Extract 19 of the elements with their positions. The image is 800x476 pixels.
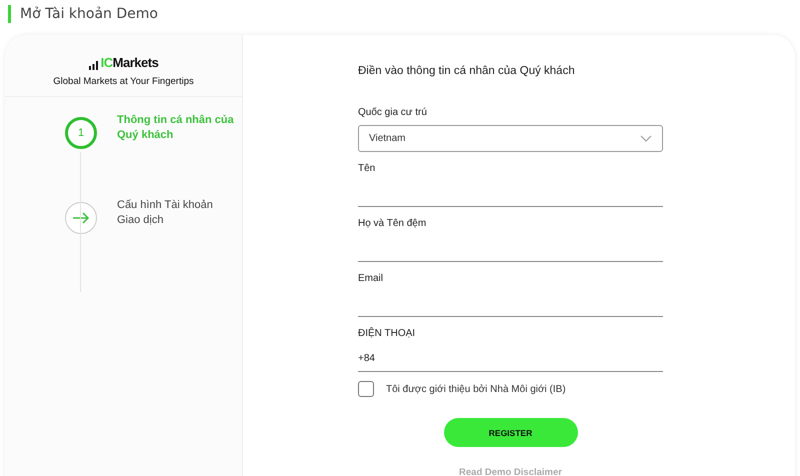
- arrow-icon: [72, 212, 90, 224]
- checkbox[interactable]: [358, 381, 374, 397]
- step-label: Thông tin cá nhân của Quý khách: [117, 113, 235, 143]
- brand-tagline: Global Markets at Your Fingertips: [53, 76, 194, 87]
- field-label: Email: [358, 273, 384, 284]
- country-select[interactable]: Vietnam: [358, 125, 663, 152]
- field-label: Tên: [358, 163, 376, 174]
- register-button[interactable]: REGISTER: [444, 418, 578, 447]
- step-label: Cấu hình Tài khoản Giao dịch: [117, 198, 214, 228]
- checkbox-label: Tôi được giới thiệu bởi Nhà Môi giới (IB): [386, 384, 566, 394]
- field-label: ĐIỆN THOẠI: [358, 328, 416, 339]
- field-label: Họ và Tên đệm: [358, 218, 428, 229]
- brand-logo: ICMarkets: [88, 55, 158, 70]
- input-field[interactable]: +84: [358, 346, 663, 372]
- form-heading: Điền vào thông tin cá nhân của Quý khách: [358, 65, 576, 77]
- step-number: 1: [65, 117, 97, 149]
- page-title: Mở Tài khoản Demo: [20, 6, 158, 22]
- field-label: Quốc gia cư trú: [358, 107, 428, 118]
- chevron-down-icon: [640, 135, 652, 142]
